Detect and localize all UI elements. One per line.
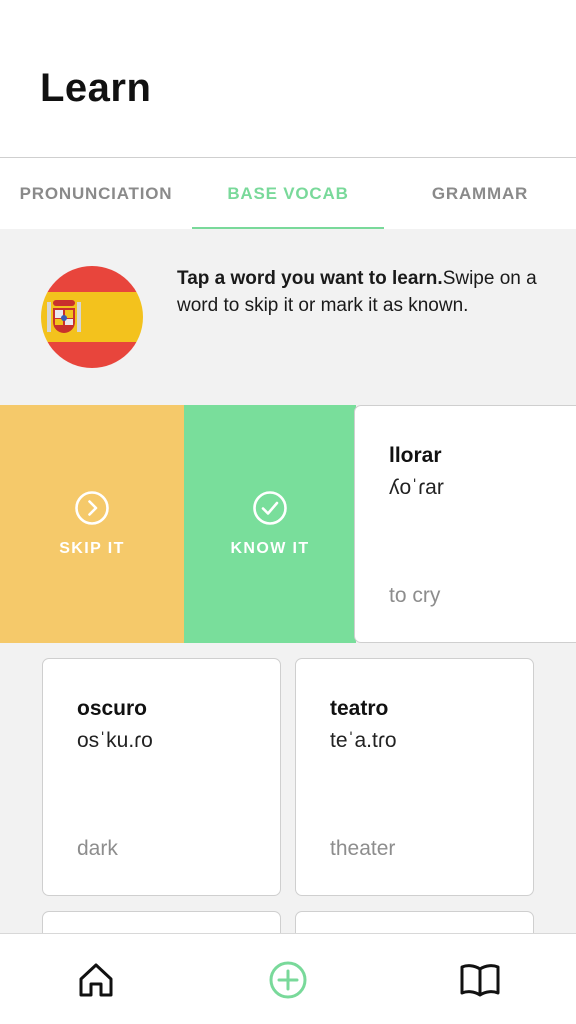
tab-base-vocab[interactable]: BASE VOCAB	[192, 158, 384, 229]
word-card[interactable]: oscuro osˈku.ɾo dark	[42, 658, 281, 896]
card-ipa: osˈku.ɾo	[77, 729, 153, 752]
tab-pronunciation[interactable]: PRONUNCIATION	[0, 158, 192, 229]
word-card-partial[interactable]	[42, 911, 281, 933]
card-meaning: to cry	[389, 584, 441, 607]
home-icon	[79, 963, 113, 997]
know-it-button[interactable]: KNOW IT	[184, 405, 356, 643]
spain-flag-icon	[41, 266, 143, 368]
word-card[interactable]: teatro teˈa.tɾo theater	[295, 658, 534, 896]
content-area: Tap a word you want to learn.Swipe on a …	[0, 229, 576, 933]
intro-text: Tap a word you want to learn.Swipe on a …	[177, 265, 537, 319]
swipe-row: SKIP IT KNOW IT llorar ʎoˈɾar to cry	[0, 405, 576, 643]
intro-banner: Tap a word you want to learn.Swipe on a …	[0, 229, 576, 405]
tab-bar-top: PRONUNCIATION BASE VOCAB GRAMMAR	[0, 158, 576, 229]
card-word: oscuro	[77, 697, 148, 720]
bottom-tab-bar	[0, 933, 576, 1024]
check-circle-icon	[253, 491, 287, 525]
skip-it-button[interactable]: SKIP IT	[0, 405, 184, 643]
card-word: llorar	[389, 444, 442, 467]
page-title: Learn	[40, 66, 152, 110]
tab-grammar[interactable]: GRAMMAR	[384, 158, 576, 229]
skip-it-label: SKIP IT	[59, 540, 125, 557]
home-button[interactable]	[74, 958, 118, 1002]
intro-text-bold: Tap a word you want to learn.	[177, 268, 443, 289]
card-ipa: ʎoˈɾar	[389, 476, 444, 499]
chevron-right-circle-icon	[75, 491, 109, 525]
word-card-partial[interactable]	[295, 911, 534, 933]
word-card-swiped[interactable]: llorar ʎoˈɾar to cry	[354, 405, 576, 643]
header: Learn	[0, 0, 576, 158]
card-ipa: teˈa.tɾo	[330, 729, 397, 752]
know-it-label: KNOW IT	[230, 540, 310, 557]
card-word: teatro	[330, 697, 389, 720]
add-circle-icon	[269, 961, 307, 999]
card-meaning: dark	[77, 837, 118, 860]
add-button[interactable]	[266, 958, 310, 1002]
library-button[interactable]	[458, 958, 502, 1002]
book-icon	[460, 964, 500, 997]
card-meaning: theater	[330, 837, 396, 860]
